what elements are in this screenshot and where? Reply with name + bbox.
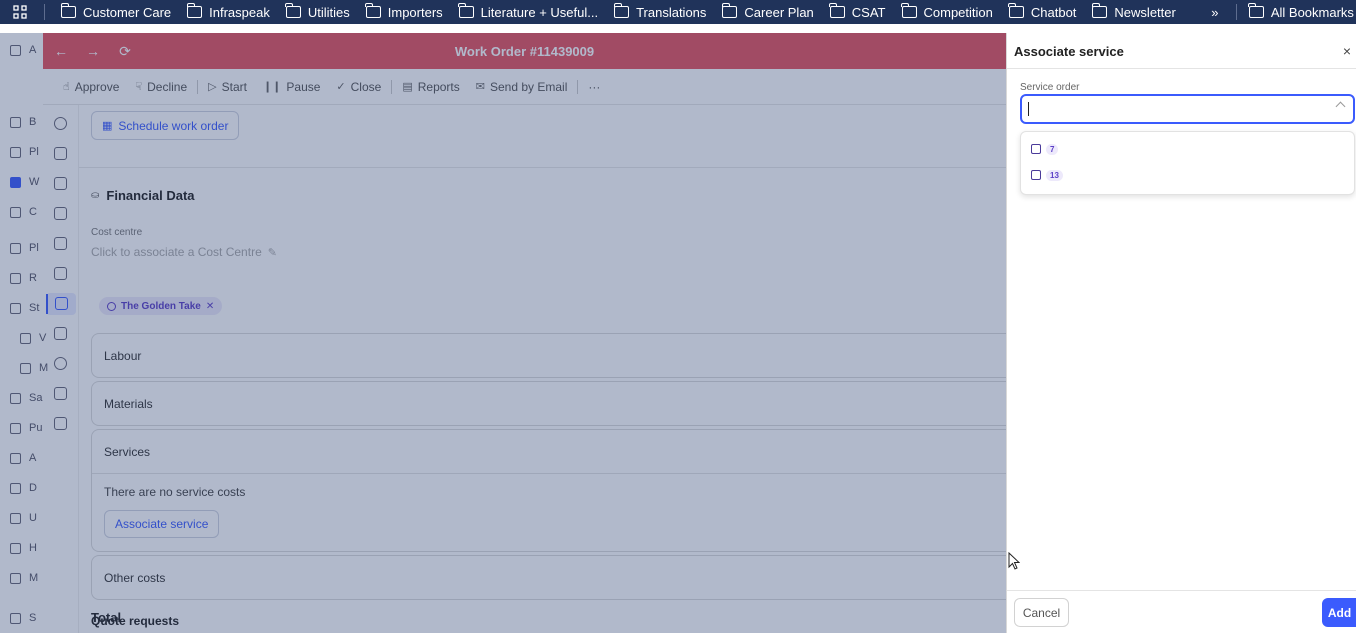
folder-icon xyxy=(60,3,76,18)
close-icon[interactable]: × xyxy=(1343,43,1351,59)
service-order-select[interactable] xyxy=(1020,94,1355,124)
bookmark-folder[interactable]: Competition xyxy=(894,0,1001,24)
mouse-pointer-icon xyxy=(1008,552,1020,570)
folder-icon xyxy=(613,3,630,18)
bookmark-folder[interactable]: Utilities xyxy=(278,0,358,24)
text-cursor xyxy=(1028,102,1029,116)
panel-title: Associate service xyxy=(1014,44,1124,59)
panel-header: Associate service × xyxy=(1007,33,1356,69)
service-order-icon xyxy=(1031,144,1041,154)
bookmark-label: Chatbot xyxy=(1030,4,1077,20)
bookmark-label: Newsletter xyxy=(1114,4,1176,20)
folder-icon xyxy=(1008,3,1024,18)
bookmark-folder[interactable]: Translations xyxy=(606,0,714,24)
bookmark-label: Competition xyxy=(923,4,993,20)
bookmark-label: Literature + Useful... xyxy=(480,4,599,20)
bookmark-folder[interactable]: Customer Care xyxy=(53,0,179,24)
option-badge: 13 xyxy=(1046,169,1063,181)
all-bookmarks[interactable]: All Bookmarks xyxy=(1235,3,1354,20)
bookmark-label: CSAT xyxy=(851,4,886,20)
chevron-up-icon[interactable] xyxy=(1335,101,1346,112)
bookmark-label: Translations xyxy=(636,4,707,20)
folder-icon xyxy=(186,3,203,18)
folder-icon xyxy=(285,3,301,18)
divider xyxy=(44,4,45,20)
option-badge: 7 xyxy=(1046,143,1059,155)
folder-icon xyxy=(1248,3,1264,18)
dropdown-option[interactable]: 13 xyxy=(1031,166,1063,184)
folder-icon xyxy=(829,3,845,18)
folder-icon xyxy=(901,3,917,18)
service-order-label: Service order xyxy=(1020,82,1080,93)
associate-service-panel: Associate service × Service order 7 13 C… xyxy=(1006,33,1356,633)
panel-footer: Cancel Add xyxy=(1007,590,1356,633)
bookmark-folder[interactable]: Importers xyxy=(358,0,451,24)
folder-icon xyxy=(1092,3,1108,18)
dropdown-option[interactable]: 7 xyxy=(1031,140,1059,158)
bookmark-label: Career Plan xyxy=(744,4,814,20)
bookmark-label: Importers xyxy=(387,4,443,20)
all-bookmarks-label: All Bookmarks xyxy=(1270,4,1354,20)
bookmark-folder[interactable]: Infraspeak xyxy=(179,0,278,24)
folder-icon xyxy=(722,3,738,18)
cancel-button[interactable]: Cancel xyxy=(1014,598,1069,627)
bookmark-label: Infraspeak xyxy=(209,4,270,20)
bookmark-label: Customer Care xyxy=(83,4,172,20)
service-order-dropdown: 7 13 xyxy=(1020,131,1355,195)
bookmark-folder[interactable]: Literature + Useful... xyxy=(451,0,606,24)
bookmark-folder[interactable]: Chatbot xyxy=(1001,0,1085,24)
bookmark-label: Utilities xyxy=(307,4,350,20)
bookmarks-bar: Customer Care Infraspeak Utilities Impor… xyxy=(0,0,1356,24)
bookmark-folder[interactable]: Career Plan xyxy=(714,0,821,24)
more-bookmarks-chevron-icon[interactable]: » xyxy=(1202,5,1228,20)
folder-icon xyxy=(365,3,381,18)
add-button[interactable]: Add xyxy=(1322,598,1356,627)
modal-backdrop[interactable] xyxy=(0,33,1006,633)
service-order-icon xyxy=(1031,170,1041,180)
apps-grid-icon[interactable] xyxy=(0,0,40,24)
bookmark-folder[interactable]: CSAT xyxy=(822,0,894,24)
bookmark-folder[interactable]: Newsletter xyxy=(1084,0,1183,24)
folder-icon xyxy=(458,3,474,18)
